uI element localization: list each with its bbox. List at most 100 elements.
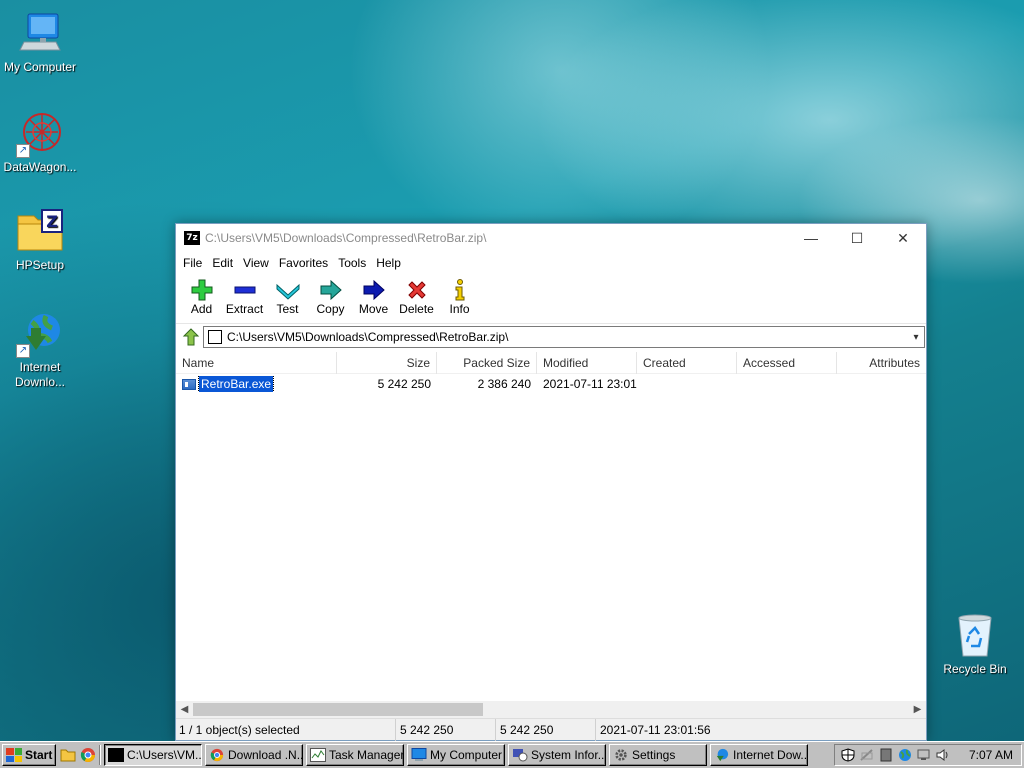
status-modified: 2021-07-11 23:01:56 (600, 722, 711, 737)
chevron-down-icon[interactable]: ▾ (908, 332, 924, 343)
row-packed-size: 2 386 240 (477, 377, 531, 391)
monitor-icon (411, 748, 427, 761)
windows-logo-icon (6, 748, 22, 762)
column-accessed[interactable]: Accessed (737, 352, 837, 374)
task-7zip[interactable]: C:\Users\VM... (104, 744, 202, 766)
add-button[interactable]: Add (180, 274, 223, 316)
column-attributes[interactable]: Attributes (837, 352, 926, 374)
move-arrow-icon (352, 278, 395, 302)
menu-edit[interactable]: Edit (207, 256, 238, 270)
scroll-left-icon[interactable]: ◀ (176, 704, 193, 715)
task-my-computer[interactable]: My Computer (407, 744, 505, 766)
up-folder-button[interactable] (179, 326, 203, 348)
menu-tools[interactable]: Tools (333, 256, 371, 270)
status-selection: 1 / 1 object(s) selected (176, 718, 396, 741)
desktop-icon-hpsetup[interactable]: Z HPSetup (0, 208, 80, 273)
system-info-icon (513, 749, 528, 762)
file-name[interactable]: RetroBar.exe (197, 376, 275, 392)
task-label: My Computer (430, 748, 503, 762)
test-button[interactable]: Test (266, 274, 309, 316)
minimize-button[interactable]: — (788, 224, 834, 252)
desktop-icon-label: Recycle Bin (943, 662, 1007, 676)
close-button[interactable]: ✕ (880, 224, 926, 252)
column-name[interactable]: Name (176, 352, 337, 374)
display-icon[interactable] (917, 748, 931, 762)
menu-view[interactable]: View (238, 256, 274, 270)
file-list[interactable]: RetroBar.exe 5 242 250 2 386 240 2021-07… (176, 374, 926, 686)
up-arrow-icon (182, 328, 200, 346)
copy-arrow-icon (309, 278, 352, 302)
task-label: Task Manager (329, 748, 404, 762)
column-header-row: Name Size Packed Size Modified Created A… (176, 352, 926, 374)
add-label: Add (190, 302, 213, 316)
task-settings[interactable]: Settings (609, 744, 707, 766)
task-internet-download[interactable]: Internet Dow... (710, 744, 808, 766)
column-modified[interactable]: Modified (537, 352, 637, 374)
column-size[interactable]: Size (337, 352, 437, 374)
delete-label: Delete (399, 302, 434, 316)
task-manager-icon (310, 748, 326, 762)
desktop-icon-label: My Computer (3, 60, 77, 74)
title-bar[interactable]: 7z C:\Users\VM5\Downloads\Compressed\Ret… (176, 224, 926, 252)
folder-icon[interactable] (60, 747, 76, 763)
desktop-icon-datawagon[interactable]: ↗ DataWagon... (0, 110, 80, 175)
address-field[interactable]: C:\Users\VM5\Downloads\Compressed\RetroB… (203, 326, 925, 348)
drive-icon[interactable] (879, 748, 893, 762)
horizontal-scrollbar[interactable]: ◀ ▶ (176, 701, 926, 718)
row-modified: 2021-07-11 23:01 (543, 377, 637, 391)
copy-button[interactable]: Copy (309, 274, 352, 316)
quick-launch (60, 747, 96, 763)
folder-zip-icon: Z (16, 208, 64, 256)
delete-button[interactable]: Delete (395, 274, 438, 316)
taskbar: Start C:\Users\VM... Download .N... Task… (0, 741, 1024, 768)
minus-icon (223, 278, 266, 302)
desktop-icon-recycle-bin[interactable]: Recycle Bin (935, 612, 1015, 677)
toolbar: Add Extract Test Copy Move Delete Info (176, 274, 926, 324)
svg-text:Z: Z (46, 212, 58, 231)
clock[interactable]: 7:07 AM (969, 748, 1013, 762)
speaker-icon[interactable] (936, 748, 950, 762)
extract-button[interactable]: Extract (223, 274, 266, 316)
menu-file[interactable]: File (178, 256, 207, 270)
shield-icon[interactable] (841, 748, 855, 762)
7zip-app-icon: 7z (184, 231, 200, 245)
task-system-information[interactable]: System Infor... (508, 744, 606, 766)
chrome-icon[interactable] (80, 747, 96, 763)
desktop-icon-internet-download[interactable]: ↗ Internet Downlo... (0, 310, 80, 390)
column-created[interactable]: Created (637, 352, 737, 374)
task-label: C:\Users\VM... (127, 748, 202, 762)
row-name-cell[interactable]: RetroBar.exe (176, 376, 337, 392)
status-packed: 5 242 250 (496, 718, 596, 741)
globe-download-icon: ↗ (16, 310, 64, 358)
task-label: Download .N... (228, 748, 303, 762)
task-chrome-download[interactable]: Download .N... (205, 744, 303, 766)
network-off-icon[interactable] (860, 748, 874, 762)
scroll-right-icon[interactable]: ▶ (909, 704, 926, 715)
shortcut-arrow-icon: ↗ (16, 344, 30, 358)
extract-label: Extract (225, 302, 264, 316)
info-button[interactable]: Info (438, 274, 481, 316)
globe-icon[interactable] (898, 748, 912, 762)
task-task-manager[interactable]: Task Manager (306, 744, 404, 766)
start-label: Start (25, 748, 53, 762)
address-bar: C:\Users\VM5\Downloads\Compressed\RetroB… (176, 324, 926, 350)
desktop-icon-label: HPSetup (15, 258, 65, 272)
task-label: System Infor... (531, 748, 606, 762)
scroll-track[interactable] (193, 702, 909, 717)
column-packed-size[interactable]: Packed Size (437, 352, 537, 374)
menu-favorites[interactable]: Favorites (274, 256, 333, 270)
start-button[interactable]: Start (2, 744, 56, 766)
desktop-icon-label: Internet Downlo... (14, 360, 66, 389)
desktop-icon-my-computer[interactable]: My Computer (0, 10, 80, 75)
gear-icon (615, 749, 627, 761)
move-label: Move (358, 302, 389, 316)
scroll-thumb[interactable] (193, 703, 483, 716)
table-row[interactable]: RetroBar.exe 5 242 250 2 386 240 2021-07… (176, 374, 926, 394)
move-button[interactable]: Move (352, 274, 395, 316)
plus-icon (180, 278, 223, 302)
test-label: Test (276, 302, 299, 316)
menu-help[interactable]: Help (371, 256, 406, 270)
info-label: Info (449, 302, 470, 316)
system-tray: 7:07 AM (834, 744, 1022, 766)
maximize-button[interactable]: ☐ (834, 224, 880, 252)
